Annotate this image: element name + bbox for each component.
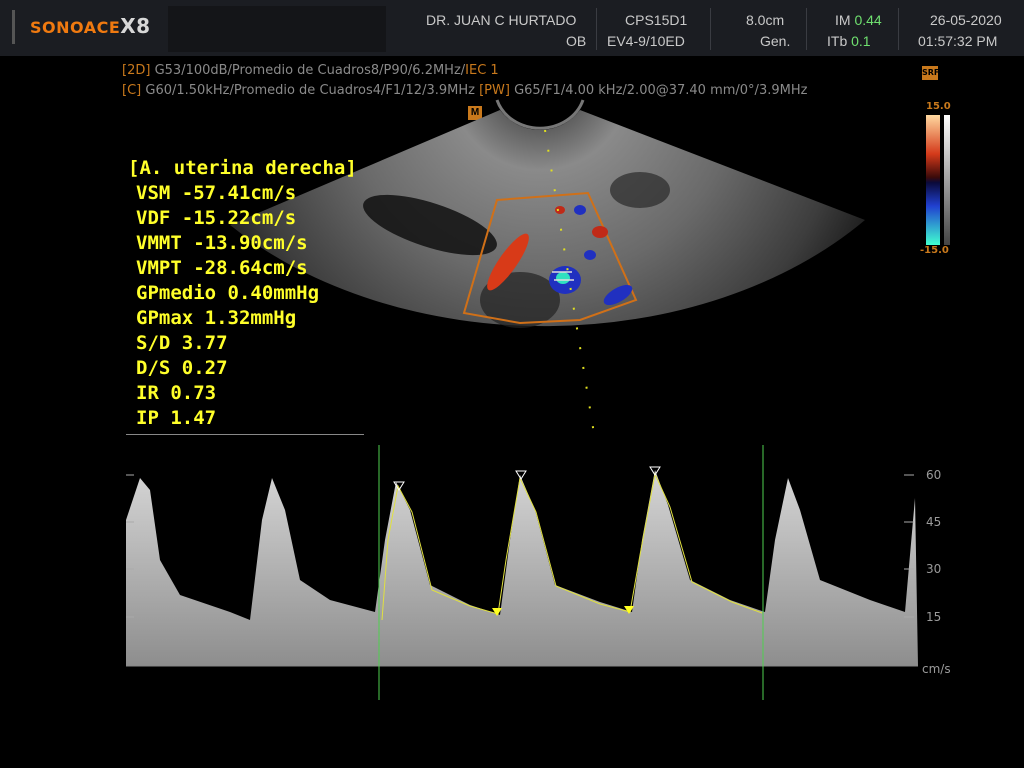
color-scale-max: 15.0 (926, 101, 951, 112)
measurement-vmpt: VMPT -28.64cm/s (136, 257, 308, 279)
measurement-ds: D/S 0.27 (136, 357, 228, 379)
flow-blue (584, 250, 596, 260)
flow-blue (556, 272, 570, 284)
flow-red (592, 226, 608, 238)
measurement-divider (126, 434, 364, 435)
color-scale-bar (926, 115, 940, 245)
color-scale-min: -15.0 (920, 245, 949, 256)
velocity-tick-45: 45 (926, 515, 942, 529)
color-scale-gray (944, 115, 950, 245)
dark-region (610, 172, 670, 208)
measurement-ip: IP 1.47 (136, 407, 217, 429)
measurement-vmmt: VMMT -13.90cm/s (136, 232, 308, 254)
measurement-vsm: VSM -57.41cm/s (136, 182, 297, 204)
velocity-tick-30: 30 (926, 562, 942, 576)
flow-blue (574, 205, 586, 215)
measurement-title: [A. uterina derecha] (128, 157, 357, 179)
measurement-sd: S/D 3.77 (136, 332, 228, 354)
velocity-tick-15: 15 (926, 610, 942, 624)
velocity-unit: cm/s (922, 662, 951, 676)
velocity-tick-60: 60 (926, 468, 942, 482)
measurement-vdf: VDF -15.22cm/s (136, 207, 297, 229)
measurement-ir: IR 0.73 (136, 382, 217, 404)
measurement-panel: [A. uterina derecha] VSM -57.41cm/s VDF … (126, 156, 364, 435)
measurement-gpmedio: GPmedio 0.40mmHg (136, 282, 320, 304)
measurement-gpmax: GPmax 1.32mmHg (136, 307, 297, 329)
flow-red (555, 206, 565, 214)
